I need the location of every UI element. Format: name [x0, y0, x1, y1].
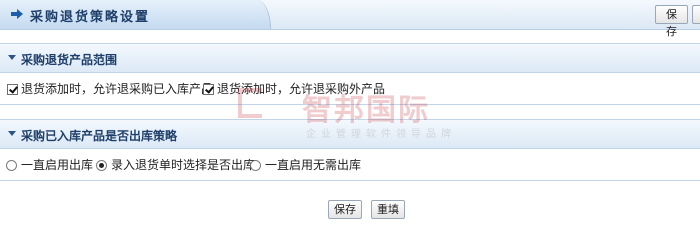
arrow-right-icon [11, 9, 23, 19]
checkbox-checked[interactable] [203, 83, 214, 95]
radio-choose-on-entry[interactable]: 录入退货单时选择是否出库 [96, 157, 255, 173]
radio-button[interactable] [250, 159, 261, 171]
section-body: 退货添加时，允许退采购已入库产品 退货添加时，允许退采购外产品 [0, 73, 700, 105]
section-header[interactable]: 采购已入库产品是否出库策略 [0, 119, 700, 149]
radio-button[interactable] [6, 159, 17, 171]
return-product-scope-section: 采购退货产品范围 退货添加时，允许退采购已入库产品 退货添加时，允许退采购外产品 [0, 43, 700, 105]
collapse-triangle-icon[interactable] [8, 131, 16, 136]
radio-never-stock-out[interactable]: 一直启用无需出库 [250, 157, 361, 173]
section-body: 一直启用出库 录入退货单时选择是否出库 一直启用无需出库 [0, 149, 700, 181]
collapse-triangle-icon[interactable] [8, 55, 16, 60]
save-button-top[interactable]: 保存 [655, 5, 688, 38]
option-label: 一直启用出库 [21, 158, 94, 172]
reset-button[interactable]: 重填 [371, 200, 405, 219]
page-title-tab: 采购退货策略设置 [0, 0, 271, 29]
radio-button-selected[interactable] [96, 159, 107, 171]
page-title: 采购退货策略设置 [30, 10, 151, 25]
stock-out-policy-section: 采购已入库产品是否出库策略 一直启用出库 录入退货单时选择是否出库 一直启用无需… [0, 119, 700, 181]
top-toolbar: 采购退货策略设置 保存 [0, 0, 700, 38]
section-title: 采购退货产品范围 [21, 53, 118, 67]
option-allow-non-purchase[interactable]: 退货添加时，允许退采购外产品 [203, 81, 385, 97]
option-label: 退货添加时，允许退采购已入库产品 [21, 82, 214, 96]
option-label: 一直启用无需出库 [265, 158, 362, 172]
save-button[interactable]: 保存 [328, 200, 362, 219]
checkbox-checked[interactable] [7, 83, 18, 95]
option-label: 退货添加时，允许退采购外产品 [217, 82, 386, 96]
option-allow-stocked[interactable]: 退货添加时，允许退采购已入库产品 [7, 81, 213, 97]
toolbar-edge-button[interactable] [692, 5, 700, 24]
section-header[interactable]: 采购退货产品范围 [0, 43, 700, 73]
radio-always-stock-out[interactable]: 一直启用出库 [6, 157, 93, 173]
section-title: 采购已入库产品是否出库策略 [21, 129, 178, 143]
option-label: 录入退货单时选择是否出库 [111, 158, 256, 172]
